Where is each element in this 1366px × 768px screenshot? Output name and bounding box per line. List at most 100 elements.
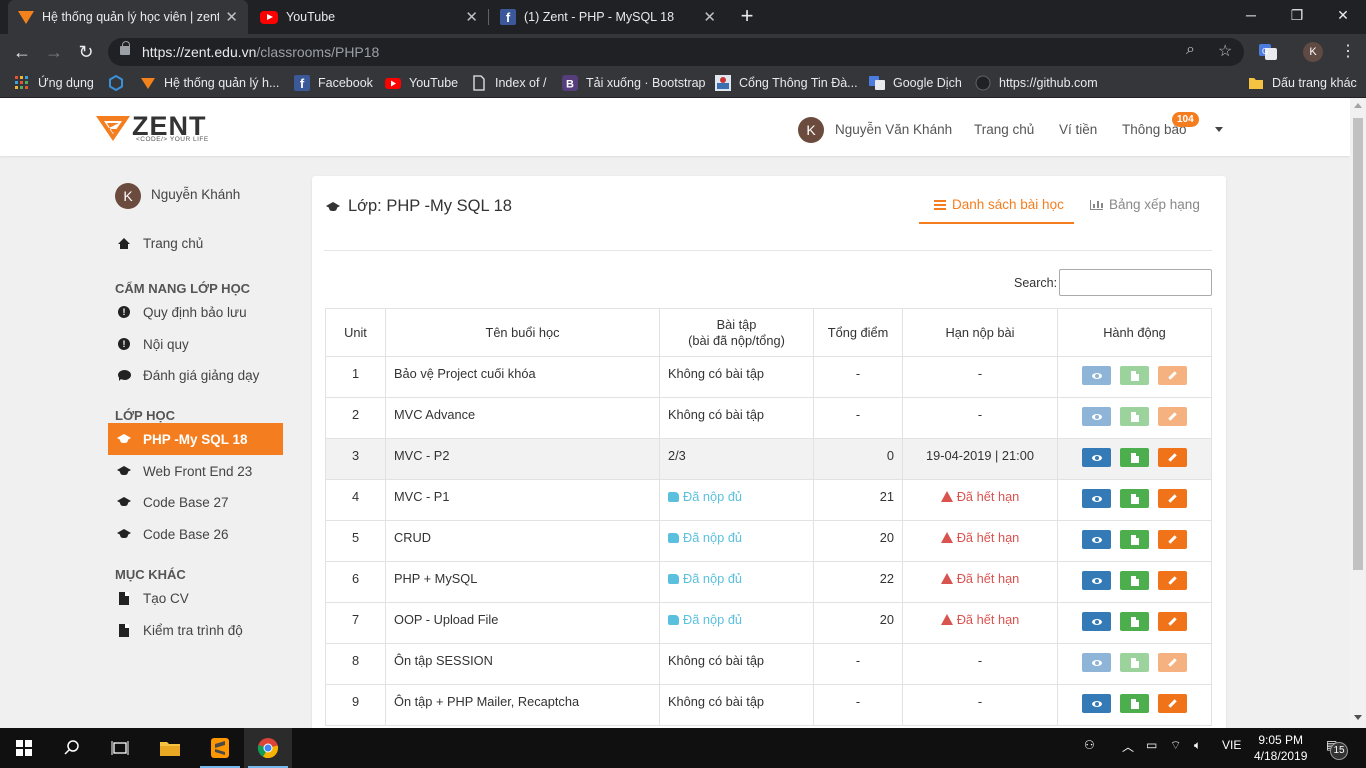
homework-file-button[interactable] [1120,407,1149,426]
bookmark-facebook[interactable]: f Facebook [294,75,373,91]
edit-button[interactable] [1158,366,1187,385]
bookmark-youtube[interactable]: YouTube [385,75,458,91]
zoom-search-icon[interactable]: ⌕ [1186,41,1195,59]
chrome-menu-icon[interactable]: ⋮ [1340,42,1356,62]
task-view-button[interactable] [96,728,144,768]
page-scrollbar[interactable] [1350,98,1366,728]
close-icon[interactable]: ✕ [465,8,478,26]
chevron-down-icon[interactable] [1215,127,1223,132]
scroll-up-icon[interactable] [1354,103,1362,108]
homework-file-button[interactable] [1120,612,1149,631]
bookmark-portal[interactable]: Cổng Thông Tin Đà... [715,75,858,91]
sidebar-item-code-base-27[interactable]: Code Base 27 [108,486,283,518]
view-button[interactable] [1082,612,1111,631]
edit-button[interactable] [1158,694,1187,713]
bookmark-hex[interactable] [108,74,132,92]
file-explorer-button[interactable] [146,728,194,768]
sidebar-item-teaching-review[interactable]: Đánh giá giảng dạy [108,359,283,391]
chevron-up-icon[interactable]: ︿ [1122,738,1134,755]
address-bar[interactable]: https://zent.edu.vn/classrooms/PHP18 ⌕ ☆ [108,38,1244,66]
view-button[interactable] [1082,694,1111,713]
tab-ranking[interactable]: Bảng xếp hạng [1090,197,1200,212]
close-icon[interactable]: ✕ [225,8,238,26]
browser-tab-zent[interactable]: Hệ thống quản lý học viên | zent ✕ [8,0,248,34]
bookmark-github[interactable]: https://github.com [975,75,1098,91]
language-indicator[interactable]: VIE [1222,738,1241,752]
tab-lesson-list[interactable]: Danh sách bài học [934,197,1064,212]
homework-file-button[interactable] [1120,694,1149,713]
homework-file-button[interactable] [1120,489,1149,508]
volume-icon[interactable]: 🔈︎ [1194,738,1201,753]
close-icon[interactable]: ✕ [703,8,716,26]
edit-button[interactable] [1158,612,1187,631]
column-header-homework[interactable]: Bài tập (bài đã nộp/tổng) [659,308,814,357]
bookmark-zent[interactable]: Hệ thống quản lý h... [140,75,279,91]
view-button[interactable] [1082,489,1111,508]
homework-file-button[interactable] [1120,448,1149,467]
bookmark-bootstrap[interactable]: B Tải xuống · Bootstrap [562,75,706,91]
profile-avatar[interactable]: K [1303,42,1323,62]
system-clock[interactable]: 9:05 PM 4/18/2019 [1254,732,1307,764]
bookmark-star-icon[interactable]: ☆ [1218,41,1232,61]
sidebar-avatar[interactable]: K [115,183,141,209]
reload-button[interactable]: ↻ [74,40,98,64]
bookmark-index[interactable]: Index of / [471,75,546,91]
browser-tab-youtube[interactable]: YouTube ✕ [250,0,488,34]
bookmark-other[interactable]: Dấu trang khác [1248,75,1357,91]
view-button[interactable] [1082,653,1111,672]
sidebar-item-code-base-26[interactable]: Code Base 26 [108,518,283,550]
edit-button[interactable] [1158,571,1187,590]
scroll-down-icon[interactable] [1354,715,1362,720]
scrollbar-thumb[interactable] [1353,118,1363,570]
chrome-button[interactable] [244,728,292,768]
column-header-unit[interactable]: Unit [325,308,386,357]
browser-tab-facebook[interactable]: f (1) Zent - PHP - MySQL 18 ✕ [490,0,726,34]
forward-button[interactable]: → [42,40,66,64]
zent-logo[interactable]: ZENT <CODE/> YOUR LIFE [96,111,220,143]
view-button[interactable] [1082,571,1111,590]
nav-wallet-link[interactable]: Ví tiền [1059,122,1097,137]
people-icon[interactable]: ⚇ [1084,738,1095,752]
wifi-icon[interactable]: ⌔ [1170,738,1181,753]
edit-button[interactable] [1158,489,1187,508]
google-translate-extension-icon[interactable]: G [1258,42,1278,62]
sidebar-item-reservation-policy[interactable]: ! Quy định bảo lưu [108,296,283,328]
homework-file-button[interactable] [1120,653,1149,672]
sidebar-item-home[interactable]: Trang chủ [108,227,283,259]
search-input[interactable] [1059,269,1212,296]
sublime-text-button[interactable] [196,728,244,768]
column-header-total-score[interactable]: Tổng điểm [813,308,903,357]
edit-button[interactable] [1158,407,1187,426]
nav-home-link[interactable]: Trang chủ [974,122,1034,137]
avatar[interactable]: K [798,117,824,143]
sidebar-item-level-test[interactable]: Kiểm tra trình độ [108,614,283,646]
sidebar-item-web-front-end-23[interactable]: Web Front End 23 [108,455,283,487]
edit-button[interactable] [1158,653,1187,672]
new-tab-button[interactable]: + [735,5,759,29]
search-button[interactable] [48,728,96,768]
restore-button[interactable]: ❐ [1274,0,1320,30]
homework-file-button[interactable] [1120,530,1149,549]
sidebar-user-name[interactable]: Nguyễn Khánh [151,187,240,202]
close-window-button[interactable]: ✕ [1320,0,1366,30]
homework-file-button[interactable] [1120,571,1149,590]
column-header-lesson-name[interactable]: Tên buổi học [385,308,660,357]
edit-button[interactable] [1158,448,1187,467]
start-button[interactable] [0,728,48,768]
user-name-link[interactable]: Nguyễn Văn Khánh [835,122,952,137]
battery-icon[interactable]: ▭ [1146,738,1157,752]
back-button[interactable]: ← [10,40,34,64]
homework-file-button[interactable] [1120,366,1149,385]
view-button[interactable] [1082,448,1111,467]
bookmark-google-translate[interactable]: Google Dịch [869,75,962,91]
view-button[interactable] [1082,366,1111,385]
sidebar-item-php-mysql-18[interactable]: PHP -My SQL 18 [108,423,283,455]
sidebar-item-rules[interactable]: ! Nội quy [108,328,283,360]
view-button[interactable] [1082,530,1111,549]
minimize-button[interactable]: ─ [1228,0,1274,30]
sidebar-item-create-cv[interactable]: Tạo CV [108,582,283,614]
bookmark-apps[interactable]: Ứng dụng [14,75,94,91]
column-header-deadline[interactable]: Hạn nộp bài [902,308,1058,357]
view-button[interactable] [1082,407,1111,426]
edit-button[interactable] [1158,530,1187,549]
